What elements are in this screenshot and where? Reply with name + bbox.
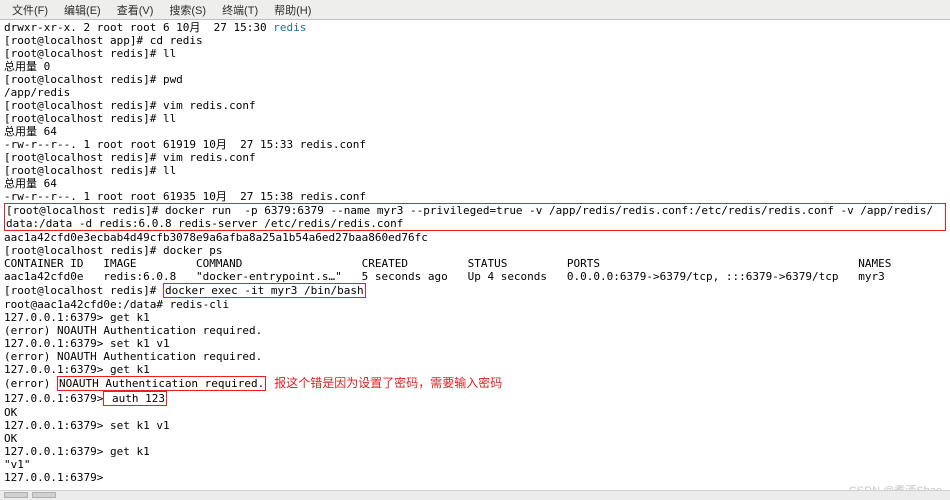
output-line: [root@localhost redis]# ll	[4, 47, 946, 60]
menu-terminal[interactable]: 终端(T)	[214, 0, 266, 20]
dir-link: redis	[273, 21, 306, 34]
highlight-box-noauth-error: NOAUTH Authentication required.	[57, 376, 266, 391]
output-line: aac1a42cfd0e3ecbab4d49cfb3078e9a6afba8a2…	[4, 231, 946, 244]
output-line: [root@localhost redis]# docker run -p 63…	[6, 204, 944, 217]
status-chunk	[4, 492, 28, 498]
output-line: [root@localhost redis]# docker exec -it …	[4, 283, 946, 298]
statusbar	[0, 490, 950, 500]
output-line: OK	[4, 432, 946, 445]
output-line: [root@localhost app]# cd redis	[4, 34, 946, 47]
menubar: 文件(F) 编辑(E) 查看(V) 搜索(S) 终端(T) 帮助(H)	[0, 0, 950, 20]
output-line: data:/data -d redis:6.0.8 redis-server /…	[6, 217, 944, 230]
output-line: 127.0.0.1:6379> get k1	[4, 363, 946, 376]
output-line: 总用量 64	[4, 177, 946, 190]
output-line: "v1"	[4, 458, 946, 471]
output-line: aac1a42cfd0e redis:6.0.8 "docker-entrypo…	[4, 270, 946, 283]
output-line: (error) NOAUTH Authentication required.报…	[4, 376, 946, 391]
annotation-text: 报这个错是因为设置了密码，需要输入密码	[274, 376, 502, 390]
output-line: 127.0.0.1:6379> auth 123	[4, 391, 946, 406]
output-line: (error) NOAUTH Authentication required.	[4, 324, 946, 337]
output-line: 127.0.0.1:6379>	[4, 471, 946, 484]
output-line: 总用量 0	[4, 60, 946, 73]
output-line: CONTAINER ID IMAGE COMMAND CREATED STATU…	[4, 257, 946, 270]
output-line: OK	[4, 406, 946, 419]
menu-file[interactable]: 文件(F)	[4, 0, 56, 20]
menu-edit[interactable]: 编辑(E)	[56, 0, 109, 20]
menu-search[interactable]: 搜索(S)	[161, 0, 214, 20]
output-line: drwxr-xr-x. 2 root root 6 10月 27 15:30 r…	[4, 21, 946, 34]
output-line: (error) NOAUTH Authentication required.	[4, 350, 946, 363]
output-line: [root@localhost redis]# ll	[4, 164, 946, 177]
output-line: [root@localhost redis]# pwd	[4, 73, 946, 86]
status-chunk	[32, 492, 56, 498]
output-line: [root@localhost redis]# vim redis.conf	[4, 151, 946, 164]
highlight-box-docker-exec: docker exec -it myr3 /bin/bash	[163, 283, 366, 298]
output-line: -rw-r--r--. 1 root root 61919 10月 27 15:…	[4, 138, 946, 151]
highlight-box-auth-cmd: auth 123	[103, 391, 167, 406]
highlight-box-docker-run: [root@localhost redis]# docker run -p 63…	[4, 203, 946, 231]
output-line: 127.0.0.1:6379> set k1 v1	[4, 337, 946, 350]
output-line: [root@localhost redis]# vim redis.conf	[4, 99, 946, 112]
output-line: [root@localhost redis]# docker ps	[4, 244, 946, 257]
output-line: 总用量 64	[4, 125, 946, 138]
output-line: 127.0.0.1:6379> get k1	[4, 445, 946, 458]
output-line: 127.0.0.1:6379> get k1	[4, 311, 946, 324]
output-line: /app/redis	[4, 86, 946, 99]
menu-help[interactable]: 帮助(H)	[266, 0, 319, 20]
output-line: -rw-r--r--. 1 root root 61935 10月 27 15:…	[4, 190, 946, 203]
menu-view[interactable]: 查看(V)	[109, 0, 162, 20]
output-line: [root@localhost redis]# ll	[4, 112, 946, 125]
terminal-pane[interactable]: drwxr-xr-x. 2 root root 6 10月 27 15:30 r…	[0, 20, 950, 490]
output-line: root@aac1a42cfd0e:/data# redis-cli	[4, 298, 946, 311]
output-line: 127.0.0.1:6379> set k1 v1	[4, 419, 946, 432]
